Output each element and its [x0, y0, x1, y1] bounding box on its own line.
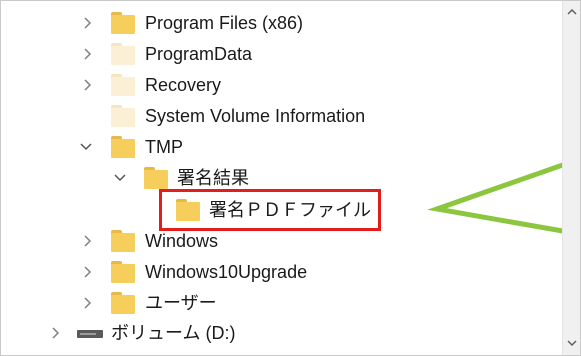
- callout-speech-bubble: [427, 162, 563, 234]
- chevron-down-icon[interactable]: [563, 334, 580, 351]
- chevron-up-icon[interactable]: [563, 3, 580, 20]
- file-explorer-navigation-pane: Program Files (x86) ProgramData Recovery…: [0, 0, 581, 356]
- vertical-scrollbar[interactable]: [562, 1, 580, 355]
